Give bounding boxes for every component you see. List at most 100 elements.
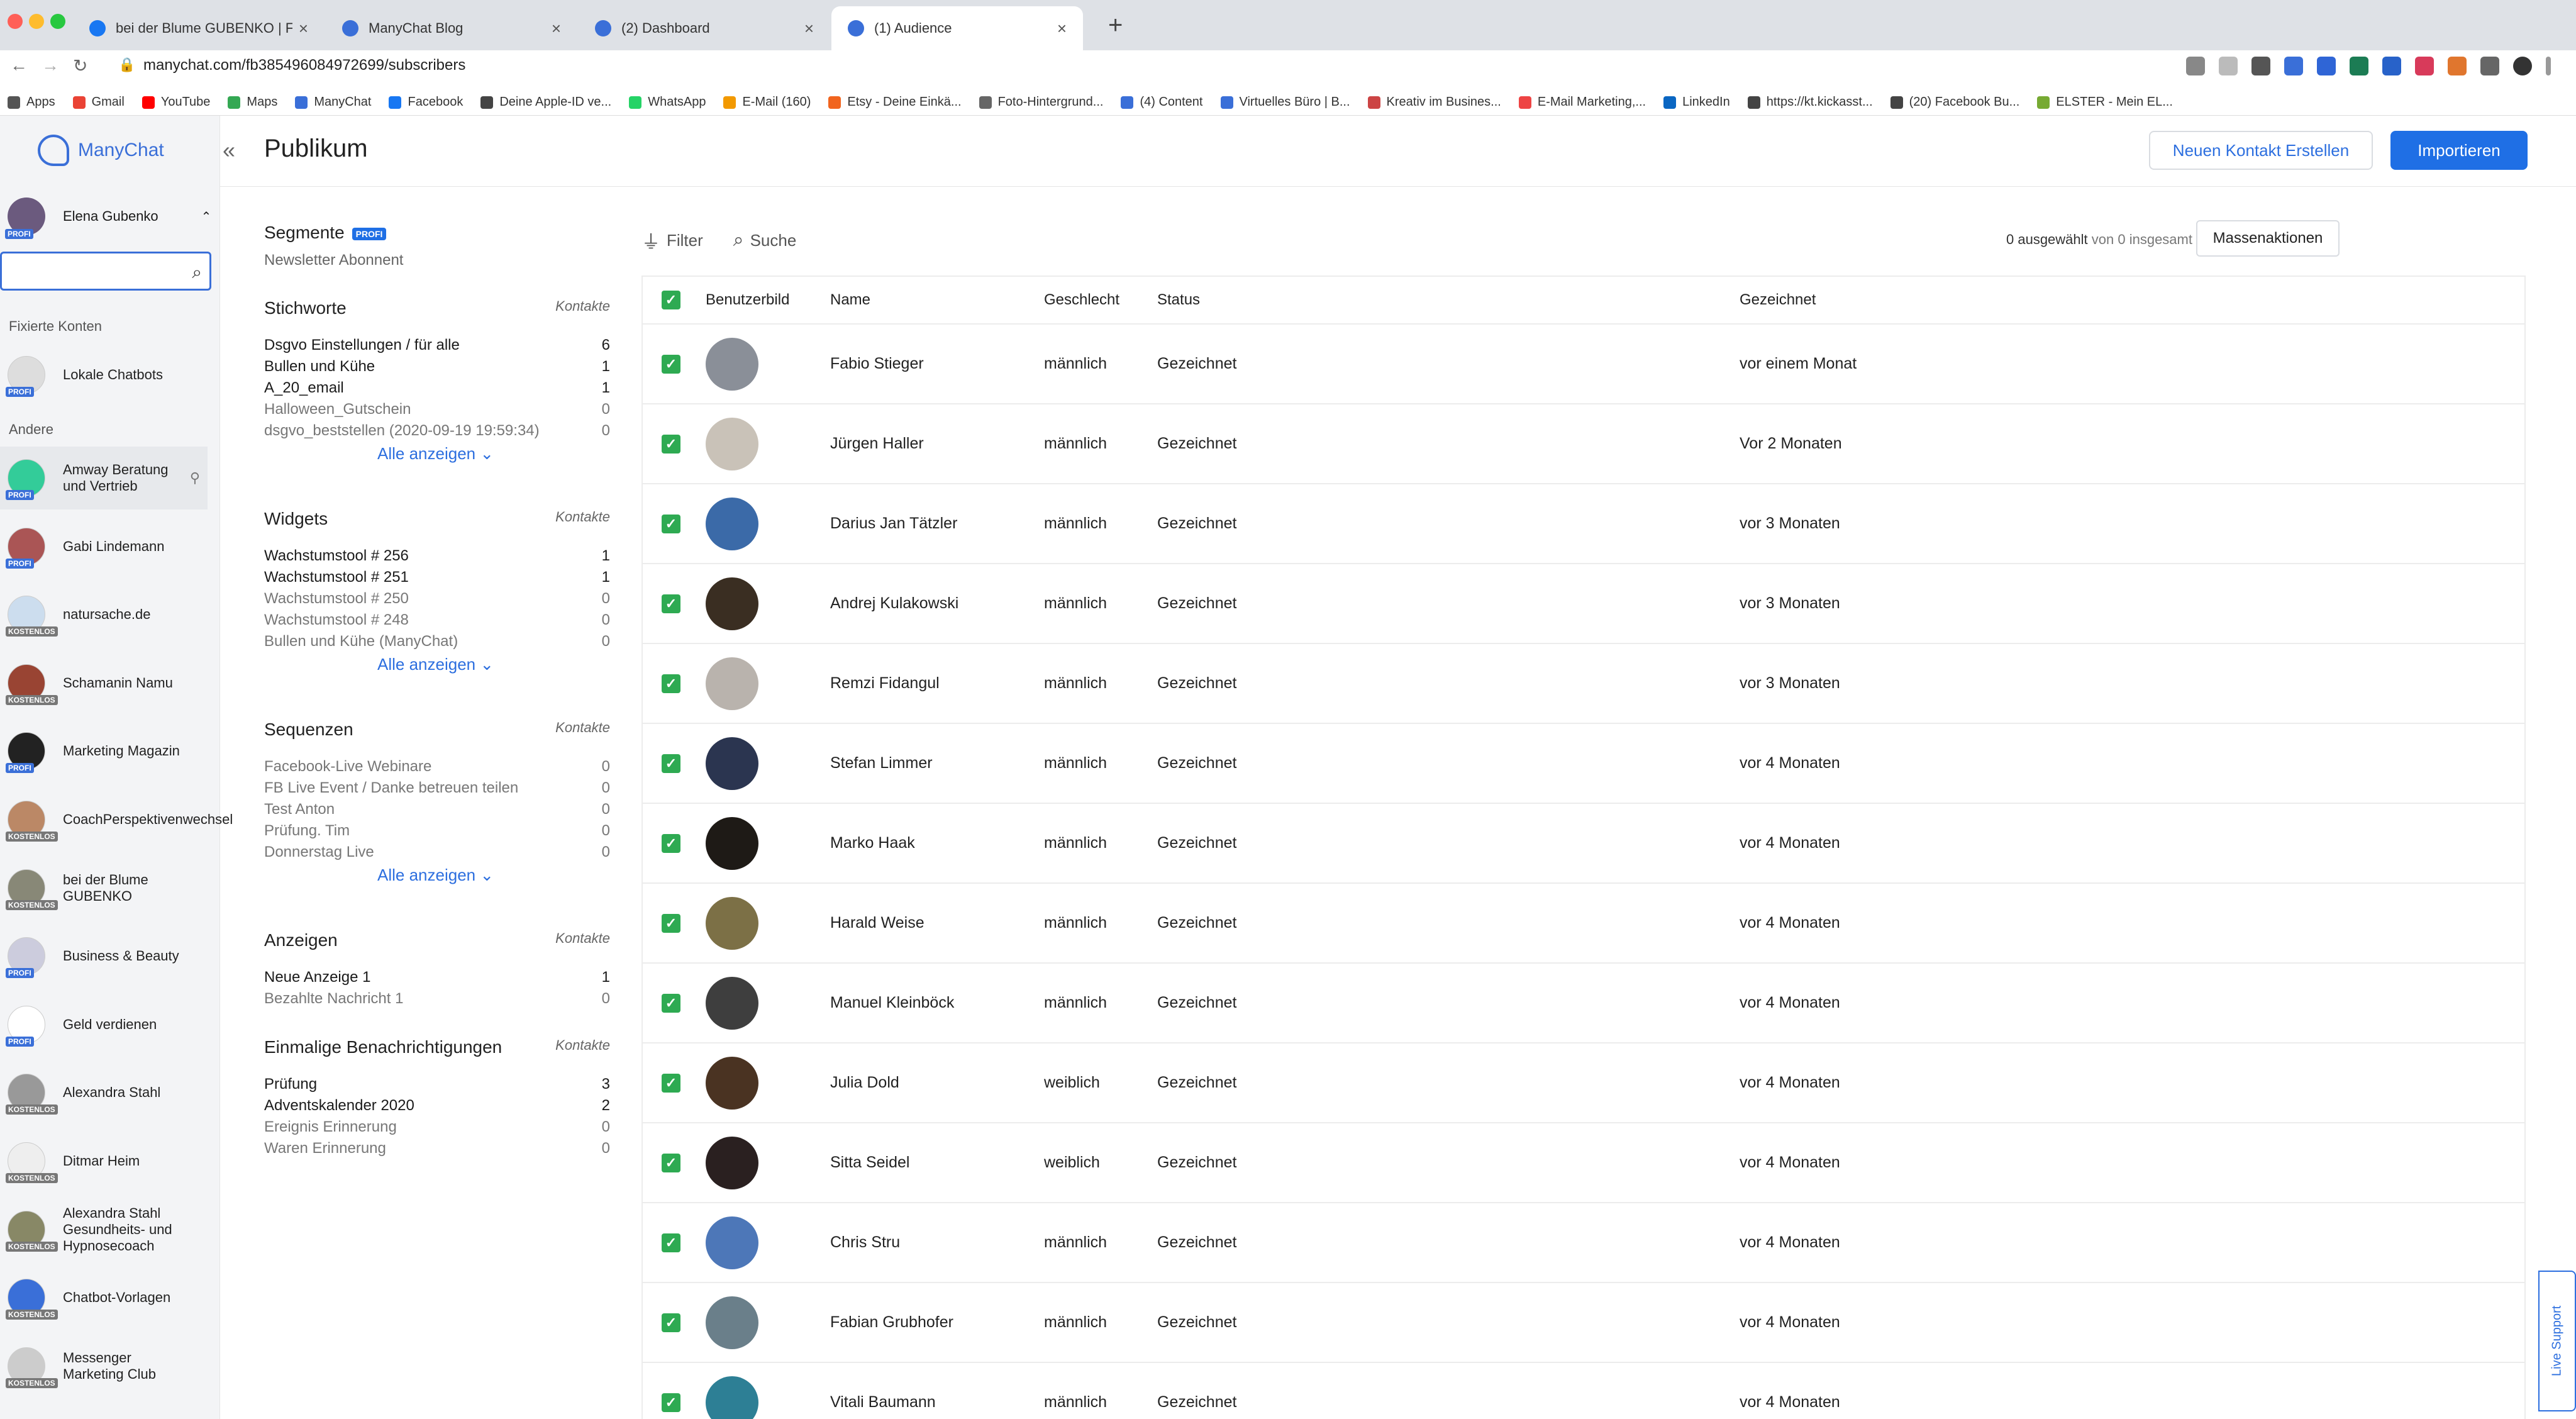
show-all-link[interactable]: Alle anzeigen ⌄ — [377, 865, 610, 885]
minimize-window-button[interactable] — [29, 14, 44, 29]
col-header-status[interactable]: Status — [1157, 291, 1740, 309]
filter-item[interactable]: Wachstumstool # 256 1 — [264, 545, 610, 567]
row-checkbox[interactable]: ✓ — [662, 594, 680, 613]
row-checkbox[interactable]: ✓ — [662, 1313, 680, 1332]
bookmark-item[interactable]: (20) Facebook Bu... — [1890, 95, 2019, 109]
extension-icon[interactable] — [2382, 57, 2401, 75]
contact-name[interactable]: Harald Weise — [830, 914, 1044, 932]
row-checkbox[interactable]: ✓ — [662, 514, 680, 533]
account-item[interactable]: KOSTENLOS Chatbot-Vorlagen — [6, 1266, 215, 1329]
browser-tab[interactable]: bei der Blume GUBENKO | Fac × — [73, 6, 325, 50]
contact-name[interactable]: Remzi Fidangul — [830, 674, 1044, 693]
maximize-window-button[interactable] — [50, 14, 65, 29]
col-header-gender[interactable]: Geschlecht — [1044, 291, 1157, 309]
profile-avatar[interactable] — [2513, 57, 2532, 75]
filter-item[interactable]: Bullen und Kühe (ManyChat) 0 — [264, 631, 610, 652]
browser-tab[interactable]: (1) Audience × — [831, 6, 1083, 50]
bookmark-item[interactable]: E-Mail Marketing,... — [1518, 95, 1646, 109]
extension-icon[interactable] — [2448, 57, 2467, 75]
account-item[interactable]: KOSTENLOS CoachPerspektivenwechsel — [6, 788, 233, 851]
row-checkbox[interactable]: ✓ — [662, 754, 680, 773]
filter-item[interactable]: Bullen und Kühe 1 — [264, 356, 610, 377]
account-item[interactable]: PROFI Lokale Chatbots — [6, 343, 215, 406]
back-icon[interactable]: ← — [10, 55, 28, 75]
filter-item[interactable]: Donnerstag Live 0 — [264, 842, 610, 863]
table-row[interactable]: ✓ Jürgen Haller männlich Gezeichnet Vor 2 Mo… — [643, 404, 2524, 484]
chevron-up-icon[interactable]: ⌃ — [201, 209, 212, 225]
close-tab-icon[interactable]: × — [1057, 19, 1067, 38]
bookmark-item[interactable]: ManyChat — [295, 95, 371, 109]
contact-name[interactable]: Darius Jan Tätzler — [830, 515, 1044, 533]
bookmark-item[interactable]: Maps — [228, 95, 277, 109]
table-row[interactable]: ✓ Darius Jan Tätzler männlich Gezeichnet vor… — [643, 484, 2524, 564]
table-row[interactable]: ✓ Manuel Kleinböck männlich Gezeichnet vor 4… — [643, 964, 2524, 1043]
table-row[interactable]: ✓ Fabian Grubhofer männlich Gezeichnet vor 4… — [643, 1283, 2524, 1363]
contact-name[interactable]: Andrej Kulakowski — [830, 594, 1044, 613]
bookmark-item[interactable]: (4) Content — [1121, 95, 1203, 109]
table-row[interactable]: ✓ Julia Dold weiblich Gezeichnet vor 4 Monat… — [643, 1043, 2524, 1123]
table-row[interactable]: ✓ Marko Haak männlich Gezeichnet vor 4 Monat… — [643, 804, 2524, 884]
account-item[interactable]: KOSTENLOS bei der Blume GUBENKO — [6, 857, 215, 920]
extension-icon[interactable] — [2251, 57, 2270, 75]
row-checkbox[interactable]: ✓ — [662, 833, 680, 853]
close-window-button[interactable] — [8, 14, 23, 29]
filter-item[interactable]: Adventskalender 2020 2 — [264, 1095, 610, 1116]
account-item[interactable]: KOSTENLOS Alexandra Stahl — [6, 1061, 215, 1124]
close-tab-icon[interactable]: × — [299, 19, 308, 38]
filter-item[interactable]: Prüfung. Tim 0 — [264, 820, 610, 842]
table-row[interactable]: ✓ Chris Stru männlich Gezeichnet vor 4 Monat… — [643, 1203, 2524, 1283]
new-contact-button[interactable]: Neuen Kontakt Erstellen — [2149, 131, 2373, 170]
contact-name[interactable]: Julia Dold — [830, 1074, 1044, 1092]
contact-name[interactable]: Stefan Limmer — [830, 754, 1044, 772]
bookmark-item[interactable]: WhatsApp — [629, 95, 706, 109]
account-item[interactable]: PROFI Gabi Lindemann — [6, 515, 215, 578]
account-item[interactable]: PROFI Geld verdienen — [6, 993, 215, 1056]
table-row[interactable]: ✓ Harald Weise männlich Gezeichnet vor 4 Mon… — [643, 884, 2524, 964]
row-checkbox[interactable]: ✓ — [662, 434, 680, 454]
bookmark-item[interactable]: https://kt.kickasst... — [1747, 95, 1873, 109]
search-button[interactable]: ⌕ Suche — [733, 226, 797, 254]
account-item[interactable]: PROFI Amway Beratung und Vertrieb ⚲ — [0, 447, 208, 509]
filter-item[interactable]: Wachstumstool # 251 1 — [264, 567, 610, 588]
filter-item[interactable]: dsgvo_beststellen (2020-09-19 19:59:34) 0 — [264, 420, 610, 442]
bookmark-item[interactable]: Virtuelles Büro | B... — [1220, 95, 1350, 109]
account-search-input[interactable] — [2, 253, 172, 289]
row-checkbox[interactable]: ✓ — [662, 1233, 680, 1252]
filter-item[interactable]: Facebook-Live Webinare 0 — [264, 756, 610, 777]
filter-item[interactable]: Prüfung 3 — [264, 1074, 610, 1095]
filter-item[interactable]: Bezahlte Nachricht 1 0 — [264, 988, 610, 1010]
reload-icon[interactable]: ↻ — [73, 55, 87, 76]
account-item[interactable]: KOSTENLOS Alexandra Stahl Gesundheits- un… — [6, 1198, 215, 1261]
col-header-name[interactable]: Name — [830, 291, 1044, 309]
close-tab-icon[interactable]: × — [804, 19, 814, 38]
filter-item[interactable]: Waren Erinnerung 0 — [264, 1138, 610, 1159]
filter-item[interactable]: Test Anton 0 — [264, 799, 610, 820]
contact-name[interactable]: Manuel Kleinböck — [830, 994, 1044, 1012]
table-row[interactable]: ✓ Andrej Kulakowski männlich Gezeichnet vor … — [643, 564, 2524, 644]
current-user[interactable]: PROFI Elena Gubenko ⌃ — [5, 198, 212, 239]
row-checkbox[interactable]: ✓ — [662, 1073, 680, 1093]
account-item[interactable]: PROFI Business & Beauty — [6, 925, 215, 988]
row-checkbox[interactable]: ✓ — [662, 354, 680, 374]
contact-name[interactable]: Marko Haak — [830, 834, 1044, 852]
filter-item[interactable]: Dsgvo Einstellungen / für alle 6 — [264, 335, 610, 356]
row-checkbox[interactable]: ✓ — [662, 1393, 680, 1412]
browser-tab[interactable]: (2) Dashboard × — [579, 6, 830, 50]
segment-item[interactable]: Newsletter Abonnent — [264, 252, 610, 269]
account-item[interactable]: KOSTENLOS Ditmar Heim — [6, 1130, 215, 1193]
puzzle-icon[interactable] — [2480, 57, 2499, 75]
bookmark-item[interactable]: ELSTER - Mein EL... — [2037, 95, 2173, 109]
show-all-link[interactable]: Alle anzeigen ⌄ — [377, 444, 610, 464]
new-tab-button[interactable]: + — [1108, 11, 1123, 40]
account-item[interactable]: KOSTENLOS Schamanin Namu — [6, 652, 215, 715]
table-row[interactable]: ✓ Fabio Stieger männlich Gezeichnet vor eine… — [643, 325, 2524, 404]
row-checkbox[interactable]: ✓ — [662, 1153, 680, 1172]
contact-name[interactable]: Fabio Stieger — [830, 355, 1044, 373]
table-row[interactable]: ✓ Remzi Fidangul männlich Gezeichnet vor 3 M… — [643, 644, 2524, 724]
bookmark-item[interactable]: Kreativ im Busines... — [1367, 95, 1501, 109]
filter-item[interactable]: A_20_email 1 — [264, 377, 610, 399]
browser-tab[interactable]: ManyChat Blog × — [326, 6, 577, 50]
bookmark-item[interactable]: Deine Apple-ID ve... — [480, 95, 611, 109]
table-row[interactable]: ✓ Sitta Seidel weiblich Gezeichnet vor 4 Mon… — [643, 1123, 2524, 1203]
extension-icon[interactable] — [2317, 57, 2336, 75]
